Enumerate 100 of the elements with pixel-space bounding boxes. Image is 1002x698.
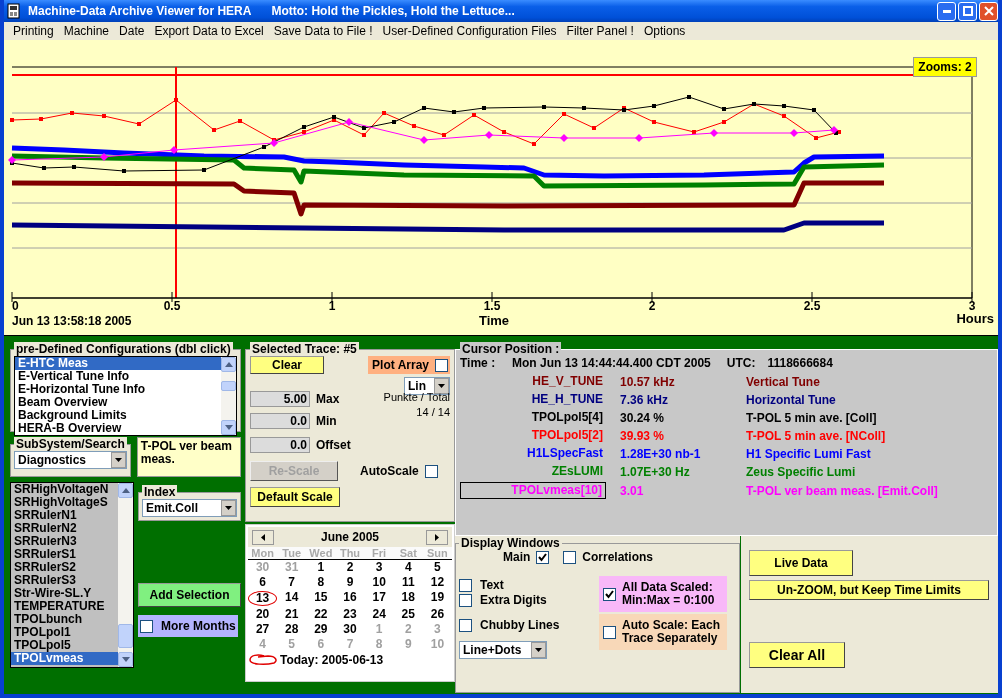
list-item[interactable]: SRRulerN3	[11, 535, 118, 548]
checkbox[interactable]	[536, 550, 550, 564]
checkbox[interactable]	[563, 550, 577, 564]
menu-item[interactable]: Printing	[8, 24, 59, 38]
list-item[interactable]: TPOLpol1	[11, 626, 118, 639]
calendar-day[interactable]: 7	[277, 576, 307, 589]
calendar-day[interactable]: 1	[306, 561, 336, 574]
scroll-up-icon[interactable]	[221, 357, 236, 372]
number-field[interactable]: 0.0	[250, 413, 310, 429]
list-item[interactable]: SRHighVoltageS	[11, 496, 118, 509]
calendar-day[interactable]: 19	[422, 591, 452, 606]
calendar-day[interactable]: 28	[277, 623, 307, 636]
list-item[interactable]: E-Vertical Tune Info	[15, 370, 221, 383]
list-item[interactable]: SRRulerS3	[11, 574, 118, 587]
calendar-day[interactable]: 18	[393, 591, 423, 606]
calendar-day[interactable]: 30	[335, 623, 365, 636]
list-item[interactable]: SRRulerN1	[11, 509, 118, 522]
action-button[interactable]: Clear All	[749, 642, 845, 668]
scroll-thumb[interactable]	[118, 624, 133, 648]
menu-item[interactable]: Options	[638, 24, 691, 38]
action-button[interactable]: Un-ZOOM, but Keep Time Limits	[749, 580, 989, 600]
calendar-day[interactable]: 23	[335, 608, 365, 621]
calendar-day[interactable]: 27	[248, 623, 278, 636]
channel-name[interactable]: TPOLpol5[4]	[460, 410, 606, 425]
checkbox-label: More Months	[161, 619, 236, 633]
list-item[interactable]: Beam Overview	[15, 396, 221, 409]
calendar-day[interactable]: 24	[364, 608, 394, 621]
checkbox[interactable]	[459, 578, 472, 592]
calendar-day[interactable]: 10	[364, 576, 394, 589]
close-button[interactable]	[979, 1, 998, 21]
calendar-day[interactable]: 20	[248, 608, 278, 621]
channel-name[interactable]: HE_V_TUNE	[460, 374, 606, 389]
checkbox[interactable]	[424, 464, 438, 478]
menu-item[interactable]: Save Data to File !	[268, 24, 378, 38]
checkbox[interactable]	[435, 358, 448, 372]
subsystem-dropdown[interactable]: Diagnostics	[14, 451, 127, 469]
list-item[interactable]: SRRulerN2	[11, 522, 118, 535]
list-item[interactable]: TPOLpol5	[11, 639, 118, 652]
minimize-button[interactable]	[937, 1, 956, 21]
calendar-day[interactable]: 15	[306, 591, 336, 606]
list-item[interactable]: TEMPERATURE	[11, 600, 118, 613]
scroll-down-icon[interactable]	[221, 420, 236, 435]
action-button[interactable]: Live Data	[749, 550, 853, 576]
calendar-day[interactable]: 22	[306, 608, 336, 621]
utc-value: 1118666684	[767, 356, 833, 370]
add-selection-button[interactable]: Add Selection	[138, 583, 241, 607]
scrollbar[interactable]	[221, 357, 236, 435]
calendar-day[interactable]: 6	[248, 576, 278, 589]
menu-item[interactable]: Machine	[58, 24, 115, 38]
menu-item[interactable]: User-Defined Configuration Files	[377, 24, 562, 38]
calendar-day[interactable]: 3	[364, 561, 394, 574]
list-item[interactable]: SRHighVoltageN	[11, 483, 118, 496]
calendar-day[interactable]: 9	[335, 576, 365, 589]
channel-name[interactable]: H1LSpecFast	[460, 446, 606, 461]
number-field[interactable]: 0.0	[250, 437, 310, 453]
list-item[interactable]: TPOLbunch	[11, 613, 118, 626]
calendar-day[interactable]: 16	[335, 591, 365, 606]
calendar-day[interactable]: 25	[393, 608, 423, 621]
calendar-day[interactable]: 26	[422, 608, 452, 621]
calendar-day[interactable]: 21	[277, 608, 307, 621]
checkbox[interactable]	[459, 618, 472, 632]
calendar-day[interactable]: 14	[277, 591, 307, 606]
calendar-day[interactable]: 17	[364, 591, 394, 606]
scroll-down-icon[interactable]	[118, 652, 133, 667]
calendar-day[interactable]: 12	[422, 576, 452, 589]
today-link[interactable]: Today: 2005-06-13	[280, 653, 384, 667]
scroll-thumb[interactable]	[221, 381, 236, 391]
calendar-day[interactable]: 11	[393, 576, 423, 589]
default-scale-button[interactable]: Default Scale	[250, 487, 340, 507]
menu-item[interactable]: Date	[114, 24, 150, 38]
checkbox[interactable]	[603, 587, 616, 601]
channel-name[interactable]: HE_H_TUNE	[460, 392, 606, 407]
calendar-day[interactable]: 8	[306, 576, 336, 589]
list-item[interactable]: E-HTC Meas	[15, 357, 221, 370]
checkbox[interactable]	[459, 593, 472, 607]
scroll-up-icon[interactable]	[118, 483, 133, 498]
list-item[interactable]: Background Limits	[15, 409, 221, 422]
next-month-button[interactable]	[426, 529, 448, 545]
clear-button[interactable]: Clear	[250, 356, 324, 374]
cursor-line[interactable]	[175, 66, 177, 299]
line-style-dropdown[interactable]: Line+Dots	[459, 641, 547, 659]
calendar-day[interactable]: 2	[335, 561, 365, 574]
calendar-day[interactable]: 5	[422, 561, 452, 574]
previous-month-button[interactable]	[252, 529, 274, 545]
maximize-button[interactable]	[958, 1, 977, 21]
menu-item[interactable]: Export Data to Excel	[149, 24, 269, 38]
index-dropdown[interactable]: Emit.Coll	[142, 499, 237, 517]
list-item[interactable]: Str-Wire-SL.Y	[11, 587, 118, 600]
menu-item[interactable]: Filter Panel !	[561, 24, 639, 38]
list-item[interactable]: SRRulerS2	[11, 561, 118, 574]
list-item[interactable]: E-Horizontal Tune Info	[15, 383, 221, 396]
scrollbar[interactable]	[118, 483, 133, 667]
checkbox[interactable]	[603, 625, 616, 639]
checkbox[interactable]	[140, 619, 153, 633]
list-item[interactable]: HERA-B Overview	[15, 422, 221, 435]
list-item[interactable]: SRRulerS1	[11, 548, 118, 561]
calendar-day[interactable]: 4	[393, 561, 423, 574]
calendar-day[interactable]: 29	[306, 623, 336, 636]
list-item[interactable]: TPOLvmeas	[11, 652, 118, 665]
number-field[interactable]: 5.00	[250, 391, 310, 407]
